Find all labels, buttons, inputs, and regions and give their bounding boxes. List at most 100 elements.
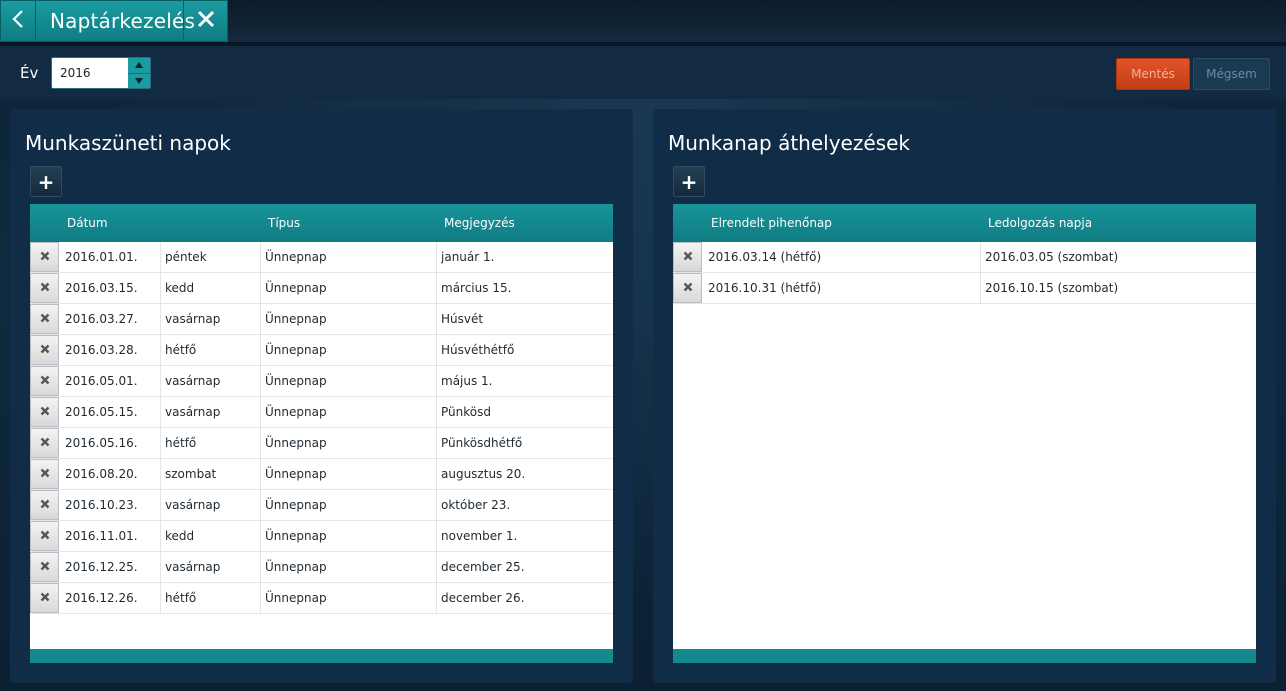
delete-row-button[interactable]: [30, 428, 59, 458]
transfers-title: Munkanap áthelyezések: [668, 131, 910, 155]
weekday-cell: vasárnap: [165, 498, 221, 512]
type-cell: Ünnepnap: [265, 250, 327, 264]
title-tab: Naptárkezelés: [0, 0, 228, 42]
rest-day-cell: 2016.03.14 (hétfő): [708, 250, 822, 264]
delete-row-button[interactable]: [30, 335, 59, 365]
weekday-cell: péntek: [165, 250, 207, 264]
delete-x-icon: [40, 343, 50, 357]
table-row: 2016.08.20. szombat Ünnepnap augusztus 20.: [30, 459, 613, 490]
transfers-table: Elrendelt pihenőnap Ledolgozás napja 201…: [673, 204, 1256, 663]
toolbar: Év Mentés Mégsem: [0, 46, 1286, 99]
delete-row-button[interactable]: [673, 242, 702, 272]
table-row: 2016.12.26. hétfő Ünnepnap december 26.: [30, 583, 613, 614]
note-cell: augusztus 20.: [441, 467, 526, 481]
holidays-panel: Munkaszüneti napok + Dátum Típus Megjegy…: [10, 109, 633, 683]
table-row: 2016.10.31 (hétfő) 2016.10.15 (szombat): [673, 273, 1256, 304]
date-cell: 2016.05.01.: [65, 374, 138, 388]
holidays-table-header: Dátum Típus Megjegyzés: [30, 204, 613, 242]
note-cell: december 25.: [441, 560, 525, 574]
delete-x-icon: [683, 250, 693, 264]
year-label: Év: [20, 64, 39, 82]
column-divider: [436, 552, 437, 582]
delete-x-icon: [40, 281, 50, 295]
weekday-cell: vasárnap: [165, 560, 221, 574]
type-cell: Ünnepnap: [265, 436, 327, 450]
weekday-cell: kedd: [165, 281, 195, 295]
column-divider: [260, 242, 261, 272]
column-divider: [980, 242, 981, 272]
delete-row-button[interactable]: [30, 304, 59, 334]
weekday-cell: hétfő: [165, 343, 197, 357]
work-day-cell: 2016.10.15 (szombat): [985, 281, 1119, 295]
note-cell: november 1.: [441, 529, 518, 543]
holidays-title: Munkaszüneti napok: [25, 131, 231, 155]
delete-row-button[interactable]: [30, 459, 59, 489]
column-header-type[interactable]: Típus: [268, 216, 300, 230]
weekday-cell: hétfő: [165, 591, 197, 605]
column-header-date[interactable]: Dátum: [67, 216, 108, 230]
delete-row-button[interactable]: [30, 552, 59, 582]
delete-x-icon: [40, 436, 50, 450]
rest-day-cell: 2016.10.31 (hétfő): [708, 281, 822, 295]
delete-x-icon: [40, 250, 50, 264]
column-divider: [160, 335, 161, 365]
column-divider: [980, 273, 981, 303]
note-cell: Húsvéthétfő: [441, 343, 515, 357]
delete-row-button[interactable]: [30, 273, 59, 303]
column-divider: [160, 273, 161, 303]
table-row: 2016.10.23. vasárnap Ünnepnap október 23.: [30, 490, 613, 521]
holidays-table: Dátum Típus Megjegyzés 2016.01.01. péntek…: [30, 204, 613, 663]
app-title: Naptárkezelés: [50, 9, 196, 33]
delete-row-button[interactable]: [30, 366, 59, 396]
column-header-work-day[interactable]: Ledolgozás napja: [988, 216, 1092, 230]
column-divider: [160, 552, 161, 582]
delete-row-button[interactable]: [30, 521, 59, 551]
chevron-left-icon: [11, 8, 25, 34]
add-holiday-button[interactable]: +: [30, 166, 62, 197]
column-header-note[interactable]: Megjegyzés: [444, 216, 515, 230]
table-row: 2016.01.01. péntek Ünnepnap január 1.: [30, 242, 613, 273]
type-cell: Ünnepnap: [265, 343, 327, 357]
column-divider: [260, 459, 261, 489]
column-divider: [160, 304, 161, 334]
add-transfer-button[interactable]: +: [673, 166, 705, 197]
delete-row-button[interactable]: [30, 490, 59, 520]
delete-row-button[interactable]: [30, 242, 59, 272]
type-cell: Ünnepnap: [265, 405, 327, 419]
year-decrement-button[interactable]: [128, 74, 150, 89]
type-cell: Ünnepnap: [265, 498, 327, 512]
column-divider: [436, 335, 437, 365]
weekday-cell: hétfő: [165, 436, 197, 450]
column-divider: [436, 304, 437, 334]
weekday-cell: szombat: [165, 467, 217, 481]
column-divider: [160, 366, 161, 396]
column-divider: [260, 366, 261, 396]
arrow-down-icon: [135, 77, 143, 84]
column-divider: [436, 583, 437, 613]
date-cell: 2016.12.25.: [65, 560, 138, 574]
table-row: 2016.05.01. vasárnap Ünnepnap május 1.: [30, 366, 613, 397]
close-button[interactable]: [183, 1, 228, 41]
date-cell: 2016.11.01.: [65, 529, 138, 543]
year-spin-buttons: [128, 58, 150, 88]
transfers-table-footer: [673, 649, 1256, 663]
delete-row-button[interactable]: [673, 273, 702, 303]
delete-row-button[interactable]: [30, 397, 59, 427]
column-divider: [260, 490, 261, 520]
transfers-table-header: Elrendelt pihenőnap Ledolgozás napja: [673, 204, 1256, 242]
column-divider: [436, 490, 437, 520]
date-cell: 2016.05.16.: [65, 436, 138, 450]
year-increment-button[interactable]: [128, 58, 150, 74]
year-input[interactable]: [52, 58, 129, 88]
plus-icon: +: [37, 169, 55, 194]
date-cell: 2016.12.26.: [65, 591, 138, 605]
save-button[interactable]: Mentés: [1116, 58, 1190, 90]
delete-row-button[interactable]: [30, 583, 59, 613]
cancel-button[interactable]: Mégsem: [1193, 58, 1270, 90]
back-button[interactable]: [1, 1, 36, 41]
weekday-cell: vasárnap: [165, 374, 221, 388]
delete-x-icon: [40, 374, 50, 388]
column-divider: [260, 397, 261, 427]
column-header-rest-day[interactable]: Elrendelt pihenőnap: [711, 216, 832, 230]
column-divider: [160, 459, 161, 489]
